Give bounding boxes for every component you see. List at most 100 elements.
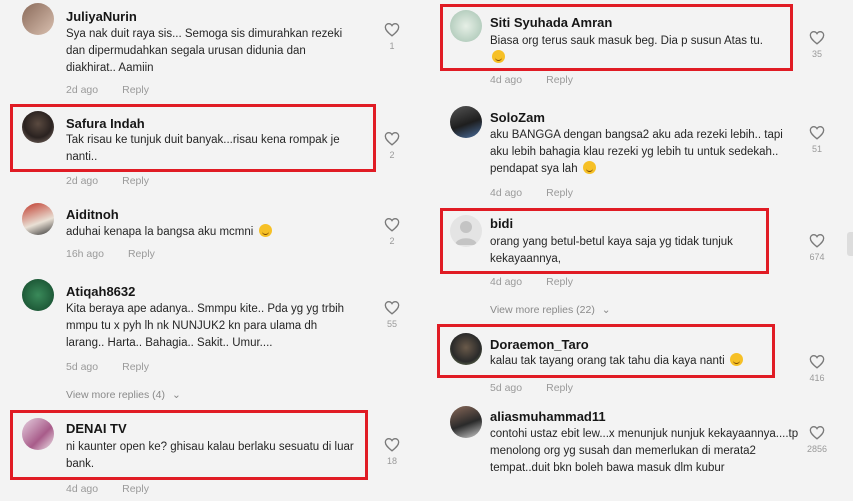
- avatar[interactable]: [22, 3, 54, 35]
- avatar[interactable]: [450, 106, 482, 138]
- comment-item: Aiditnoh aduhai kenapa la bangsa aku mcm…: [0, 196, 420, 272]
- like-button[interactable]: 18: [381, 437, 403, 466]
- heart-outline-icon: [809, 234, 825, 248]
- avatar[interactable]: [22, 279, 54, 311]
- comment-text: contohi ustaz ebit lew...x menunjuk nunj…: [490, 428, 799, 474]
- comment-text-content: kalau tak tayang orang tak tahu dia kaya…: [490, 355, 725, 367]
- comment-time: 4d ago: [490, 187, 523, 199]
- comment-meta: 4d ago Reply: [490, 276, 573, 288]
- smile-emoji-icon: [582, 161, 596, 174]
- comment-text-content: aku BANGGA dengan bangsa2 aku ada rezeki…: [490, 129, 783, 175]
- like-button[interactable]: 35: [806, 30, 828, 59]
- comment-item: aliasmuhammad11 contohi ustaz ebit lew..…: [428, 402, 853, 501]
- reply-button[interactable]: Reply: [122, 483, 149, 495]
- comment-text: Tak risau ke tunjuk duit banyak...risau …: [66, 134, 340, 163]
- comment-time: 4d ago: [490, 74, 523, 86]
- reply-button[interactable]: Reply: [122, 84, 149, 96]
- view-more-label: View more replies (22): [490, 304, 595, 316]
- heart-outline-icon: [809, 426, 825, 440]
- comment-username[interactable]: Aiditnoh: [66, 207, 119, 222]
- comment-username[interactable]: bidi: [490, 216, 513, 231]
- comment-time: 2d ago: [66, 175, 99, 187]
- heart-outline-icon: [809, 355, 825, 369]
- comment-meta: 4d ago Reply: [490, 74, 573, 86]
- default-avatar-icon: [455, 221, 477, 245]
- comment-username[interactable]: Safura Indah: [66, 116, 145, 131]
- view-more-replies[interactable]: View more replies (22) ⌄: [490, 304, 611, 316]
- reply-button[interactable]: Reply: [546, 382, 573, 394]
- comment-username[interactable]: Doraemon_Taro: [490, 337, 589, 352]
- heart-outline-icon: [384, 23, 400, 37]
- comment-meta: 4d ago Reply: [66, 483, 149, 495]
- like-count: 35: [811, 49, 822, 59]
- comment-username[interactable]: JuliyaNurin: [66, 9, 137, 24]
- comment-meta: 16h ago Reply: [66, 248, 155, 260]
- comment-item: Siti Syuhada Amran Biasa org terus sauk …: [428, 4, 853, 90]
- reply-button[interactable]: Reply: [122, 361, 149, 373]
- heart-outline-icon: [384, 301, 400, 315]
- comment-item: Atiqah8632 Kita beraya ape adanya.. Smmp…: [0, 276, 420, 408]
- avatar[interactable]: [22, 418, 54, 450]
- comment-item: JuliyaNurin Sya nak duit raya sis... Sem…: [0, 0, 420, 100]
- comment-text-content: aduhai kenapa la bangsa aku mcmni: [66, 226, 254, 238]
- comment-username[interactable]: aliasmuhammad11: [490, 409, 606, 424]
- like-button[interactable]: 2856: [806, 425, 828, 454]
- comment-meta: 5d ago Reply: [66, 361, 149, 373]
- like-button[interactable]: 2: [381, 131, 403, 160]
- comment-meta: 4d ago Reply: [490, 187, 573, 199]
- avatar[interactable]: [450, 10, 482, 42]
- comment-item: Doraemon_Taro kalau tak tayang orang tak…: [428, 324, 853, 400]
- comment-item: SoloZam aku BANGGA dengan bangsa2 aku ad…: [428, 100, 853, 204]
- like-button[interactable]: 674: [806, 233, 828, 262]
- reply-button[interactable]: Reply: [546, 276, 573, 288]
- comment-text: aduhai kenapa la bangsa aku mcmni: [66, 224, 366, 241]
- like-button[interactable]: 2: [381, 217, 403, 246]
- heart-outline-icon: [384, 438, 400, 452]
- comment-text: aku BANGGA dengan bangsa2 aku ada rezeki…: [490, 127, 800, 178]
- comment-time: 5d ago: [66, 361, 99, 373]
- comment-username[interactable]: DENAI TV: [66, 421, 127, 436]
- comment-time: 16h ago: [66, 248, 104, 260]
- comment-time: 4d ago: [490, 276, 523, 288]
- like-count: 2: [389, 236, 395, 246]
- like-count: 2: [389, 150, 395, 160]
- comment-time: 5d ago: [490, 382, 523, 394]
- like-count: 51: [811, 144, 822, 154]
- avatar[interactable]: [22, 111, 54, 143]
- heart-outline-icon: [809, 31, 825, 45]
- comment-username[interactable]: Siti Syuhada Amran: [490, 15, 612, 30]
- avatar[interactable]: [450, 406, 482, 438]
- reply-button[interactable]: Reply: [546, 74, 573, 86]
- reply-button[interactable]: Reply: [546, 187, 573, 199]
- comment-item: Safura Indah Tak risau ke tunjuk duit ba…: [0, 104, 420, 194]
- like-button[interactable]: 1: [381, 22, 403, 51]
- comment-text: Biasa org terus sauk masuk beg. Dia p su…: [490, 33, 790, 67]
- comment-text: ni kaunter open ke? ghisau kalau berlaku…: [66, 441, 354, 470]
- scroll-edge-handle[interactable]: [847, 232, 853, 256]
- comment-username[interactable]: Atiqah8632: [66, 284, 135, 299]
- like-count: 55: [386, 319, 397, 329]
- like-button[interactable]: 416: [806, 354, 828, 383]
- comment-time: 2d ago: [66, 84, 99, 96]
- like-count: 1: [389, 41, 395, 51]
- comment-text: orang yang betul-betul kaya saja yg tida…: [490, 236, 733, 265]
- comment-username[interactable]: SoloZam: [490, 110, 545, 125]
- avatar[interactable]: [450, 333, 482, 365]
- reply-button[interactable]: Reply: [128, 248, 155, 260]
- view-more-label: View more replies (4): [66, 389, 166, 401]
- avatar[interactable]: [450, 215, 482, 247]
- reply-button[interactable]: Reply: [122, 175, 149, 187]
- like-count: 674: [809, 252, 825, 262]
- comment-item: DENAI TV ni kaunter open ke? ghisau kala…: [0, 410, 420, 501]
- smile-emoji-icon: [492, 50, 505, 63]
- comment-text: Kita beraya ape adanya.. Smmpu kite.. Pd…: [66, 303, 345, 349]
- like-count: 416: [809, 373, 825, 383]
- like-button[interactable]: 55: [381, 300, 403, 329]
- like-button[interactable]: 51: [806, 125, 828, 154]
- chevron-down-icon: ⌄: [171, 389, 181, 401]
- heart-outline-icon: [384, 218, 400, 232]
- comment-text: kalau tak tayang orang tak tahu dia kaya…: [490, 353, 790, 370]
- view-more-replies[interactable]: View more replies (4) ⌄: [66, 389, 181, 401]
- avatar[interactable]: [22, 203, 54, 235]
- like-count: 2856: [806, 444, 828, 454]
